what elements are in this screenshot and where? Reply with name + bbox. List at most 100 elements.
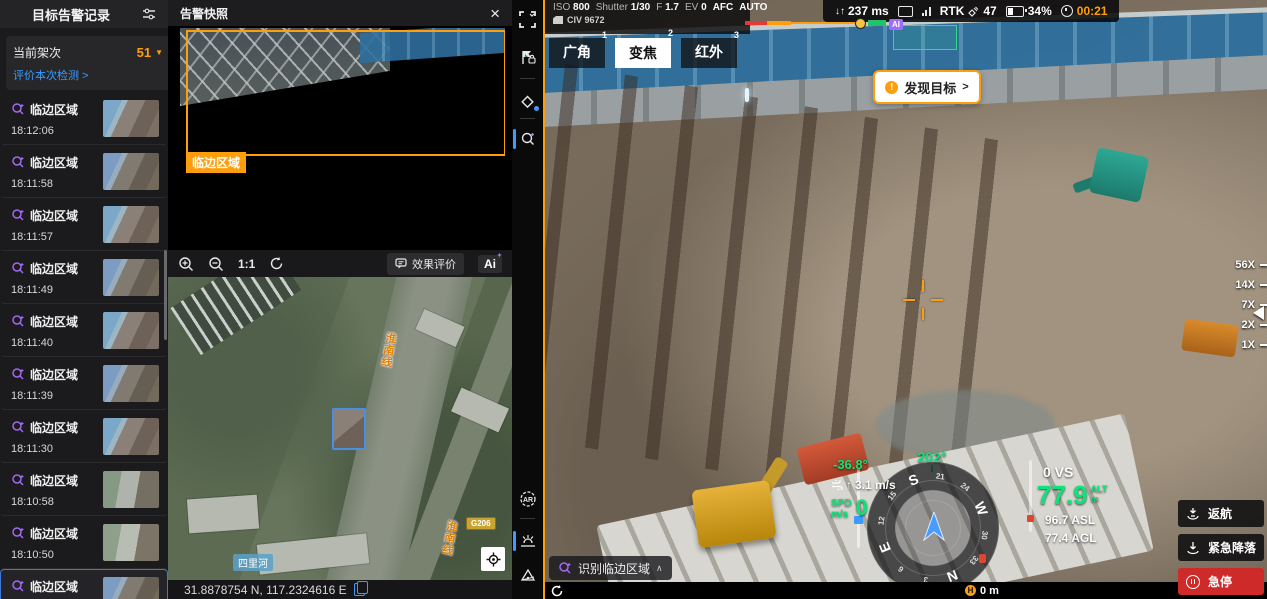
iso-label: ISO bbox=[553, 2, 570, 13]
alert-list-item[interactable]: 临边区域 18:11:57 bbox=[0, 198, 168, 251]
compass-mark: 21 bbox=[935, 471, 945, 481]
drone-needle-icon bbox=[923, 512, 945, 542]
alert-label: 临边区域 bbox=[30, 101, 78, 118]
mini-map[interactable]: 淮南线 淮南线 G206 四里河 bbox=[168, 277, 512, 580]
zoom-scale[interactable]: 56X14X7X2X1X bbox=[1213, 255, 1267, 355]
exposure-mode[interactable]: AUTO bbox=[739, 2, 767, 13]
alert-list-item[interactable]: 临边区域 18:10:42 bbox=[0, 569, 168, 599]
zoom-level-label: 2X bbox=[1242, 319, 1255, 331]
ai-recognition-icon[interactable] bbox=[512, 126, 543, 152]
emergency-land-button[interactable]: 紧急降落 bbox=[1178, 534, 1264, 561]
sortie-card: 当前架次 51 ▼ 评价本次检测 > bbox=[6, 36, 168, 90]
effect-evaluate-button[interactable]: 效果评价 bbox=[387, 253, 464, 275]
screen-share-icon[interactable] bbox=[898, 6, 913, 17]
battery-icon bbox=[1006, 6, 1024, 17]
close-icon[interactable]: × bbox=[490, 5, 500, 22]
altitude-gauge[interactable] bbox=[1029, 460, 1032, 532]
map-alert-location-box[interactable] bbox=[332, 408, 366, 450]
evaluate-detection-link[interactable]: 评价本次检测 > bbox=[13, 67, 163, 83]
zoom-level-label: 1X bbox=[1242, 339, 1255, 351]
zoom-in-icon[interactable] bbox=[178, 256, 194, 272]
snapshot-image[interactable]: 临边区域 bbox=[180, 28, 505, 248]
alert-timestamp: 18:11:30 bbox=[11, 443, 103, 455]
app-window: 目标告警记录 当前架次 51 ▼ 评价本次检测 > 临边区域 18:1 bbox=[0, 0, 1267, 599]
alert-record-sidebar: 目标告警记录 当前架次 51 ▼ 评价本次检测 > 临边区域 18:1 bbox=[0, 0, 168, 599]
alert-thumbnail[interactable] bbox=[103, 418, 159, 455]
ar-projection-icon[interactable]: AR bbox=[512, 486, 543, 512]
alert-thumbnail[interactable] bbox=[103, 365, 159, 402]
iso-value: 800 bbox=[573, 2, 590, 13]
return-home-button[interactable]: 返航 bbox=[1178, 500, 1264, 527]
snapshot-toolbar: 1:1 效果评价 Ai bbox=[168, 250, 512, 277]
comment-icon bbox=[395, 258, 407, 269]
reset-rotate-icon[interactable] bbox=[269, 256, 284, 271]
alert-timestamp: 18:10:50 bbox=[11, 549, 103, 561]
sidebar-scrollbar[interactable] bbox=[164, 250, 167, 340]
zoom-out-icon[interactable] bbox=[208, 256, 224, 272]
refresh-icon[interactable] bbox=[551, 585, 563, 597]
attitude-indicator-icon[interactable] bbox=[512, 562, 543, 588]
alert-thumbnail[interactable] bbox=[103, 577, 159, 599]
signal-strength-icon bbox=[922, 7, 931, 16]
alert-thumbnail[interactable] bbox=[103, 259, 159, 296]
ai-tag: AI bbox=[889, 19, 903, 30]
alert-thumbnail[interactable] bbox=[103, 100, 159, 137]
tab-zoom[interactable]: 变焦2 bbox=[615, 38, 671, 68]
gimbal-pitch-value: -36.8° bbox=[833, 457, 868, 472]
viewport-layout-icon[interactable] bbox=[512, 6, 543, 32]
map-road-badge: G206 bbox=[466, 517, 496, 530]
tab-wide-angle[interactable]: 广角1 bbox=[549, 38, 605, 68]
site-light bbox=[745, 88, 749, 102]
alert-list-item[interactable]: 临边区域 18:12:06 bbox=[0, 92, 168, 145]
alert-list-item[interactable]: 临边区域 18:11:39 bbox=[0, 357, 168, 410]
tab-infrared[interactable]: 红外3 bbox=[681, 38, 737, 68]
alert-list-item[interactable]: 临边区域 18:10:58 bbox=[0, 463, 168, 516]
detection-bounding-box bbox=[186, 30, 505, 156]
alert-thumbnail[interactable] bbox=[103, 153, 159, 190]
landing-view-icon[interactable] bbox=[512, 528, 543, 554]
marker-diamond-icon[interactable] bbox=[512, 88, 543, 114]
ai-magnifier-icon bbox=[11, 261, 25, 275]
target-found-popup[interactable]: ! 发现目标 > bbox=[873, 70, 981, 104]
alert-timestamp: 18:10:58 bbox=[11, 496, 103, 508]
emergency-land-icon bbox=[1186, 541, 1200, 555]
main-bottom-bar: H 0 m bbox=[545, 582, 1267, 599]
alert-thumbnail[interactable] bbox=[103, 206, 159, 243]
sortie-label: 当前架次 bbox=[13, 44, 137, 61]
shutter-value: 1/30 bbox=[631, 2, 650, 13]
alert-list-item[interactable]: 临边区域 18:11:40 bbox=[0, 304, 168, 357]
waypoint-lock-icon[interactable] bbox=[512, 44, 543, 70]
ai-enhance-button[interactable]: Ai bbox=[478, 255, 502, 273]
emergency-stop-button[interactable]: 急停 bbox=[1178, 568, 1264, 595]
focus-mode[interactable]: AFC bbox=[713, 2, 734, 13]
alert-list-item[interactable]: 临边区域 18:11:30 bbox=[0, 410, 168, 463]
zoom-tick bbox=[1260, 264, 1267, 266]
alert-list-item[interactable]: 临边区域 18:10:50 bbox=[0, 516, 168, 569]
altitude-value: 77.9 bbox=[1037, 482, 1088, 508]
alert-list-item[interactable]: 临边区域 18:11:49 bbox=[0, 251, 168, 304]
alert-label: 临边区域 bbox=[30, 419, 78, 436]
alert-list-item[interactable]: 临边区域 18:11:58 bbox=[0, 145, 168, 198]
alert-thumbnail[interactable] bbox=[103, 312, 159, 349]
filter-icon[interactable] bbox=[142, 8, 168, 20]
rtk-label[interactable]: RTK bbox=[940, 4, 965, 18]
alert-thumbnail[interactable] bbox=[103, 471, 159, 508]
home-distance: H 0 m bbox=[965, 585, 999, 597]
actual-size-button[interactable]: 1:1 bbox=[238, 257, 255, 271]
zoom-pointer[interactable] bbox=[1253, 306, 1264, 320]
locate-button[interactable] bbox=[481, 547, 505, 571]
alert-thumbnail[interactable] bbox=[103, 524, 159, 561]
tab-shortcut-number: 2 bbox=[668, 28, 673, 38]
copy-icon[interactable] bbox=[354, 583, 365, 596]
satellite-icon bbox=[968, 6, 979, 17]
link-knob[interactable] bbox=[855, 18, 866, 29]
sortie-dropdown-caret[interactable]: ▼ bbox=[155, 48, 163, 57]
satellite-count: 47 bbox=[983, 4, 996, 18]
gimbal-crosshair bbox=[903, 280, 943, 320]
wind-info: ↑ 3.1 m/s bbox=[831, 478, 896, 492]
aperture-value: 1.7 bbox=[665, 2, 679, 13]
sidebar-header: 目标告警记录 bbox=[0, 0, 168, 28]
recognition-task-chip[interactable]: 识别临边区域 ∧ bbox=[549, 556, 672, 580]
alert-label: 临边区域 bbox=[30, 525, 78, 542]
storage-remaining: CIV 9672 bbox=[567, 15, 605, 25]
